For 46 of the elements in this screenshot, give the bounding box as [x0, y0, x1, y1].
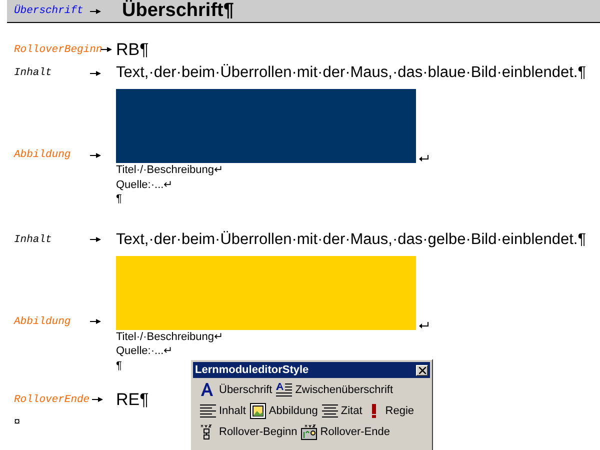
- caption-text: ¶: [116, 192, 122, 206]
- tab-arrow-icon: [90, 152, 101, 158]
- tab-arrow-icon: [101, 47, 112, 52]
- marker-text: RB¶: [116, 40, 149, 60]
- tab-arrow-icon: [90, 237, 101, 242]
- style-button[interactable]: Rollover-Ende: [300, 423, 391, 441]
- left-align-lines-icon: [200, 403, 216, 419]
- caption-text: Titel·/·Beschreibung↵: [116, 330, 224, 344]
- tab-arrow-icon: [90, 319, 101, 324]
- tab-arrow-icon: [90, 8, 101, 14]
- style-name-label: RolloverEnde: [14, 394, 90, 406]
- exclamation-icon: [372, 404, 376, 418]
- style-button[interactable]: Zitat: [320, 402, 364, 420]
- caption-text: Quelle:·...↵: [116, 344, 173, 358]
- tab-arrow-icon: [90, 70, 101, 76]
- end-mark: ¤: [14, 416, 20, 428]
- image-chip-icon: [301, 424, 318, 440]
- style-button[interactable]: Inhalt: [199, 402, 247, 420]
- style-name-label: RolloverBeginn: [14, 44, 99, 56]
- close-button[interactable]: [416, 364, 428, 376]
- letter-a-icon: [200, 382, 216, 398]
- style-button[interactable]: Überschrift: [199, 381, 274, 399]
- letter-a-lines-icon: [276, 382, 292, 398]
- style-name-label: Inhalt: [14, 67, 53, 79]
- close-icon: [418, 366, 426, 374]
- tab-arrow-icon: [92, 397, 103, 402]
- style-name-label: Überschrift: [14, 5, 84, 17]
- style-button[interactable]: Regie: [365, 402, 416, 420]
- style-button[interactable]: Zwischenüberschrift: [275, 381, 394, 399]
- style-name-label: Abbildung: [14, 149, 72, 161]
- caption-text: Quelle:·...↵: [116, 178, 173, 192]
- marker-text: RE¶: [116, 390, 149, 410]
- style-name-label: Abbildung: [14, 316, 72, 328]
- caption-text: Titel·/·Beschreibung↵: [116, 163, 224, 178]
- line-break-icon: [419, 322, 429, 328]
- style-button[interactable]: Rollover-Beginn: [199, 423, 298, 441]
- picture-frame-icon: [250, 403, 266, 419]
- style-name-label: Inhalt: [14, 234, 53, 246]
- line-break-icon: [419, 155, 429, 162]
- body-text: Text,·der·beim·Überrollen·mit·der·Maus,·das·blaue·Bild·einblendet.¶: [116, 64, 586, 82]
- window-title: LernmoduleditorStyle: [195, 364, 309, 376]
- heading-text: Überschrift¶: [122, 0, 234, 22]
- style-button[interactable]: Abbildung: [248, 402, 319, 420]
- caption-text: ¶: [116, 358, 122, 373]
- body-text: Text,·der·beim·Überrollen·mit·der·Maus,·das·gelbe·Bild·einblendet.¶: [116, 230, 586, 248]
- centered-lines-icon: [322, 403, 338, 419]
